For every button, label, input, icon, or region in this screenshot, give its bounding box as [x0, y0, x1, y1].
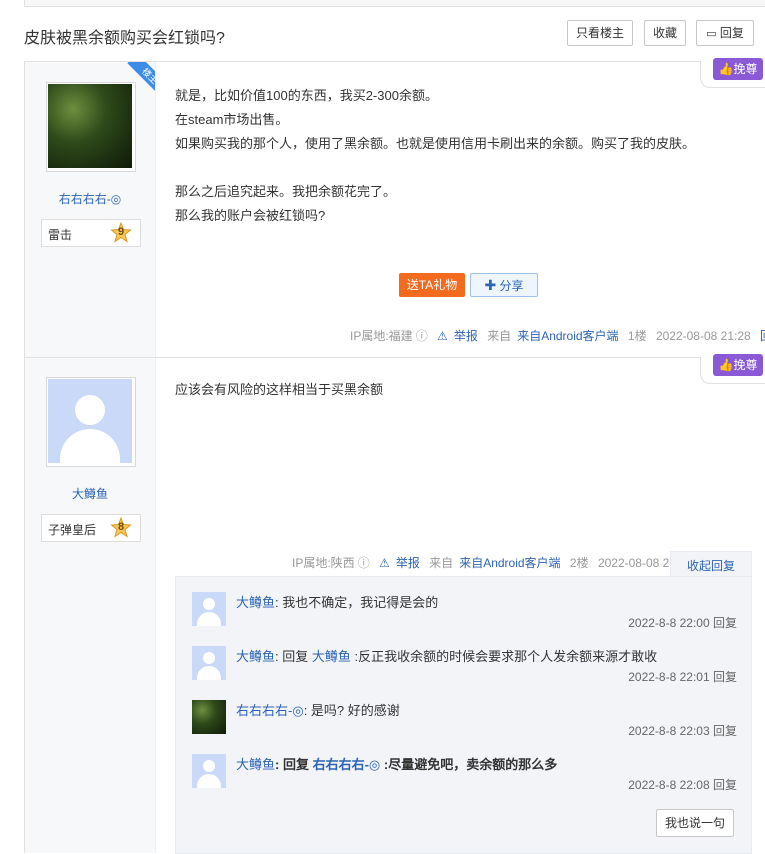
share-button[interactable]: ✚ 分享	[470, 273, 538, 297]
post-time: 2022-08-08 21:28	[655, 329, 751, 343]
author-sidebar: 大鳟鱼 子弹皇后 8	[25, 358, 156, 853]
avatar[interactable]	[192, 646, 226, 680]
rank-badge[interactable]: 子弹皇后 8	[41, 514, 141, 542]
post-content: 应该会有风险的这样相当于买黑余额	[175, 382, 384, 397]
level-star-icon: 9	[110, 221, 132, 244]
thumb-icon: 👍	[718, 358, 734, 372]
say-something-button[interactable]: 我也说一句	[656, 809, 734, 837]
jubao-button[interactable]: 👍挽尊	[713, 354, 763, 376]
reply-link[interactable]: 回复	[713, 724, 737, 738]
client-source: 来自 来自Android客户端	[487, 329, 619, 343]
reply-button-label: 回复	[719, 26, 744, 40]
reply-link[interactable]: 回复	[713, 778, 737, 792]
author-name[interactable]: 右右右右-◎	[25, 190, 155, 207]
jubao-button[interactable]: 👍挽尊	[713, 58, 763, 80]
ip-location: IP属地:福建	[350, 329, 413, 343]
favorite-button[interactable]: 收藏	[644, 20, 686, 46]
rank-badge[interactable]: 雷击 9	[41, 219, 141, 247]
reply-target-user[interactable]: 大鳟鱼	[312, 649, 351, 664]
thread-title: 皮肤被黑余额购买会红锁吗?	[24, 30, 225, 47]
sub-reply-user[interactable]: 右右右右-◎	[236, 703, 304, 718]
reply-link[interactable]: 回复	[713, 670, 737, 684]
client-source: 来自 来自Android客户端	[429, 556, 561, 570]
reply-link[interactable]: 回复	[713, 616, 737, 630]
plus-icon: ✚	[484, 277, 497, 293]
report-link[interactable]: ⚠ 举报	[379, 556, 420, 570]
floor-number: 2楼	[569, 556, 589, 570]
sub-reply-user[interactable]: 大鳟鱼	[236, 595, 275, 610]
sub-reply-user[interactable]: 大鳟鱼	[236, 757, 275, 772]
avatar[interactable]	[192, 700, 226, 734]
reply-button[interactable]: ▭ 回复	[696, 20, 754, 46]
level-star-icon: 8	[110, 516, 132, 539]
send-gift-button[interactable]: 送TA礼物	[399, 273, 465, 297]
avatar[interactable]	[192, 592, 226, 626]
comment-icon: ▭	[706, 28, 717, 40]
rank-name: 雷击	[48, 228, 73, 242]
ip-location: IP属地:陕西	[292, 556, 355, 570]
report-link[interactable]: ⚠ 举报	[437, 329, 478, 343]
post-content: 就是，比如价值100的东西，我买2-300余额。 在steam市场出售。 如果购…	[175, 88, 696, 223]
post-meta: IP属地:陕西 ⓘ ⚠ 举报 来自 来自Android客户端 2楼 2022-08-0…	[292, 554, 693, 571]
help-icon: ⓘ	[415, 329, 428, 343]
post-meta: IP属地:福建 ⓘ ⚠ 举报 来自 来自Android客户端 1楼 2022-08-0…	[350, 327, 765, 344]
sub-replies-panel: 大鳟鱼: 我也不确定，我记得是会的 2022-8-8 22:00 回复 大鳟鱼:…	[175, 576, 752, 854]
previous-section-edge	[24, 0, 765, 7]
rank-name: 子弹皇后	[48, 523, 97, 537]
sub-reply-user[interactable]: 大鳟鱼	[236, 649, 275, 664]
author-name[interactable]: 大鳟鱼	[25, 485, 155, 502]
thumb-icon: 👍	[718, 62, 734, 76]
reply-link[interactable]: 回复	[760, 329, 765, 343]
help-icon: ⓘ	[357, 556, 370, 570]
author-sidebar: 楼主 右右右右-◎ 雷击 9	[25, 62, 156, 358]
avatar[interactable]	[192, 754, 226, 788]
post-floor-2: 大鳟鱼 子弹皇后 8 👍挽尊 应该会有风险的这样相当于买黑余额 IP属地:陕西 ⓘ…	[24, 354, 765, 854]
avatar[interactable]	[46, 377, 136, 467]
only-op-button[interactable]: 只看楼主	[567, 20, 633, 46]
floor-number: 1楼	[627, 329, 647, 343]
avatar[interactable]	[46, 82, 136, 172]
reply-target-user[interactable]: 右右右右-◎	[313, 757, 381, 772]
post-floor-1: 楼主 右右右右-◎ 雷击 9 👍挽尊 就是，比如价值100的东西，我买2-300…	[24, 58, 765, 358]
